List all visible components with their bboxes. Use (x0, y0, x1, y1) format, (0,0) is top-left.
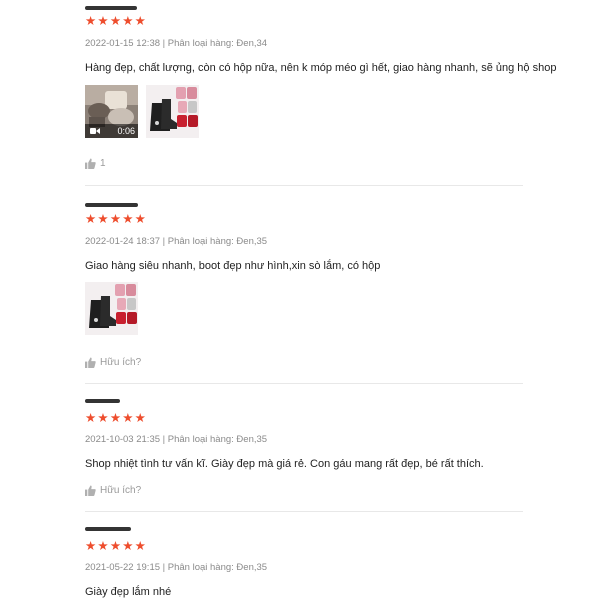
reviewer-name-redacted (85, 527, 131, 531)
thumbs-up-icon (85, 357, 96, 368)
review-image-thumbnail[interactable] (146, 85, 199, 138)
reviewer-name-redacted (85, 203, 138, 207)
reviewer-name-redacted (85, 6, 137, 10)
rating-stars: ★★★★★ (85, 411, 148, 425)
review-item: ★★★★★ 2022-01-24 18:37 | Phân loại hàng:… (85, 195, 523, 375)
review-divider (85, 511, 523, 512)
reviewer-name-redacted (85, 399, 120, 403)
review-meta: 2021-10-03 21:35 | Phân loại hàng: Đen,3… (85, 434, 268, 445)
thumbs-up-icon (85, 158, 96, 169)
helpful-label: Hữu ích? (100, 485, 142, 496)
review-video-thumbnail[interactable]: 0:06 (85, 85, 138, 138)
star-icon: ★ (122, 212, 135, 226)
thumbs-up-icon (85, 485, 96, 496)
review-meta: 2022-01-24 18:37 | Phân loại hàng: Đen,3… (85, 236, 268, 247)
star-icon: ★ (109, 14, 123, 28)
star-icon: ★ (122, 411, 135, 425)
like-button[interactable]: 1 (85, 158, 106, 169)
star-icon: ★ (97, 212, 110, 226)
like-count: 1 (100, 158, 106, 169)
rating-stars: ★★★★★ (85, 539, 148, 553)
star-icon: ★ (109, 539, 123, 553)
star-icon: ★ (134, 212, 148, 226)
rating-stars: ★★★★★ (85, 14, 148, 28)
review-content: Giao hàng siêu nhanh, boot đẹp như hình,… (85, 260, 381, 272)
review-content: Shop nhiệt tình tư vấn kĩ. Giày đẹp mà g… (85, 458, 484, 470)
review-divider (85, 383, 523, 384)
star-icon: ★ (122, 14, 135, 28)
review-content: Hàng đẹp, chất lượng, còn có hộp nữa, nê… (85, 62, 557, 74)
review-meta: 2021-05-22 19:15 | Phân loại hàng: Đen,3… (85, 562, 268, 573)
star-icon: ★ (109, 212, 123, 226)
helpful-button[interactable]: Hữu ích? (85, 357, 141, 368)
star-icon: ★ (134, 539, 148, 553)
star-icon: ★ (122, 539, 135, 553)
review-item: ★★★★★ 2022-01-15 12:38 | Phân loại hàng:… (85, 0, 556, 180)
star-icon: ★ (97, 411, 110, 425)
review-content: Giày đẹp lắm nhé (85, 586, 172, 598)
star-icon: ★ (134, 14, 148, 28)
star-icon: ★ (85, 411, 98, 425)
video-camera-icon (90, 128, 100, 134)
star-icon: ★ (85, 14, 98, 28)
star-icon: ★ (97, 539, 110, 553)
review-image-thumbnail[interactable] (85, 282, 138, 335)
helpful-button[interactable]: Hữu ích? (85, 485, 141, 496)
helpful-label: Hữu ích? (100, 357, 142, 368)
star-icon: ★ (109, 411, 123, 425)
review-meta: 2022-01-15 12:38 | Phân loại hàng: Đen,3… (85, 38, 268, 49)
review-item: ★★★★★ 2021-05-22 19:15 | Phân loại hàng:… (85, 520, 523, 607)
review-item: ★★★★★ 2021-10-03 21:35 | Phân loại hàng:… (85, 392, 523, 512)
star-icon: ★ (134, 411, 148, 425)
rating-stars: ★★★★★ (85, 212, 148, 226)
video-duration: 0:06 (117, 126, 135, 136)
star-icon: ★ (85, 539, 98, 553)
star-icon: ★ (85, 212, 98, 226)
star-icon: ★ (97, 14, 110, 28)
review-divider (85, 185, 523, 186)
